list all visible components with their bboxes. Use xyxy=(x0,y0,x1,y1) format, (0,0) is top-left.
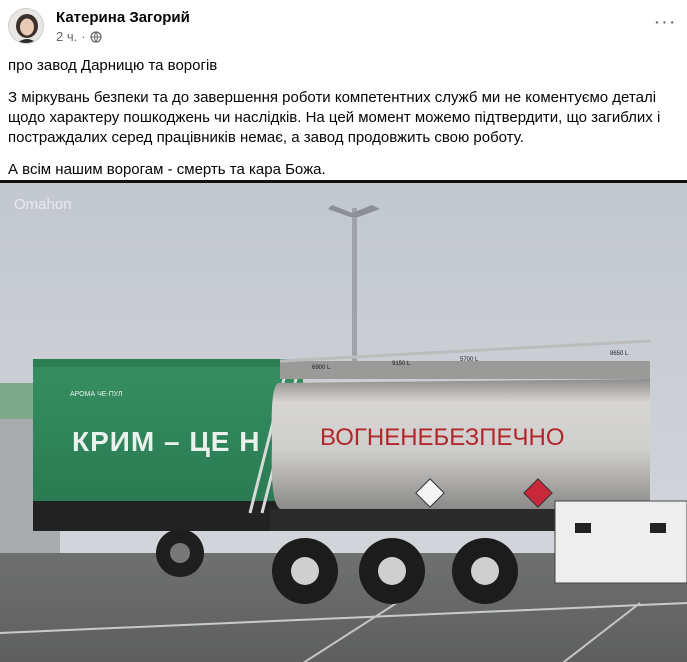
post-photo[interactable]: Оmahon АРОМА ЧЕ-ПУЛ КРИМ – ЦЕ Н 6900 L 9… xyxy=(0,180,687,662)
tank-hub xyxy=(471,557,499,585)
compartment-label: 8650 L xyxy=(610,351,629,357)
post-text: про завод Дарницю та ворогів З міркувань… xyxy=(8,56,676,192)
rear-box xyxy=(554,500,687,584)
avatar-image xyxy=(9,9,43,43)
trailer-slogan: КРИМ – ЦЕ Н xyxy=(72,426,260,457)
trailer-hub xyxy=(170,543,190,563)
post-time[interactable]: 2 ч. xyxy=(56,29,77,44)
photo-watermark: Оmahon xyxy=(14,196,72,213)
rear-light xyxy=(650,523,666,533)
tank-chassis xyxy=(270,509,560,531)
compartment-label: 5700 L xyxy=(460,357,479,363)
post-paragraph: про завод Дарницю та ворогів xyxy=(8,57,218,74)
separator-dot: · xyxy=(81,29,86,44)
photo-image: Оmahon АРОМА ЧЕ-ПУЛ КРИМ – ЦЕ Н 6900 L 9… xyxy=(0,183,687,662)
facebook-post: Катерина Загорий 2 ч. · ··· про завод Да… xyxy=(0,0,687,662)
compartment-label: 6900 L xyxy=(312,365,331,371)
post-paragraph: З міркувань безпеки та до завершення роб… xyxy=(8,89,661,146)
tank-warning-text: ВОГНЕНЕБЕЗПЕЧНО xyxy=(320,424,565,451)
rear-light xyxy=(575,523,591,533)
more-options-icon[interactable]: ··· xyxy=(653,11,677,33)
trailer-roof xyxy=(33,359,303,367)
compartment-label: 9150 L xyxy=(392,361,411,367)
trailer-brand: АРОМА ЧЕ-ПУЛ xyxy=(70,391,123,398)
light-pole xyxy=(352,208,357,378)
tank-top-walkway xyxy=(280,361,650,379)
author-name[interactable]: Катерина Загорий xyxy=(56,9,190,26)
author-avatar[interactable] xyxy=(8,8,44,44)
post-paragraph: А всім нашим ворогам - смерть та кара Бо… xyxy=(8,161,326,178)
tank-hub xyxy=(378,557,406,585)
globe-icon xyxy=(89,30,102,43)
post-header: Катерина Загорий 2 ч. · ··· xyxy=(0,0,687,52)
post-meta: 2 ч. · xyxy=(56,29,102,44)
tank-hub xyxy=(291,557,319,585)
